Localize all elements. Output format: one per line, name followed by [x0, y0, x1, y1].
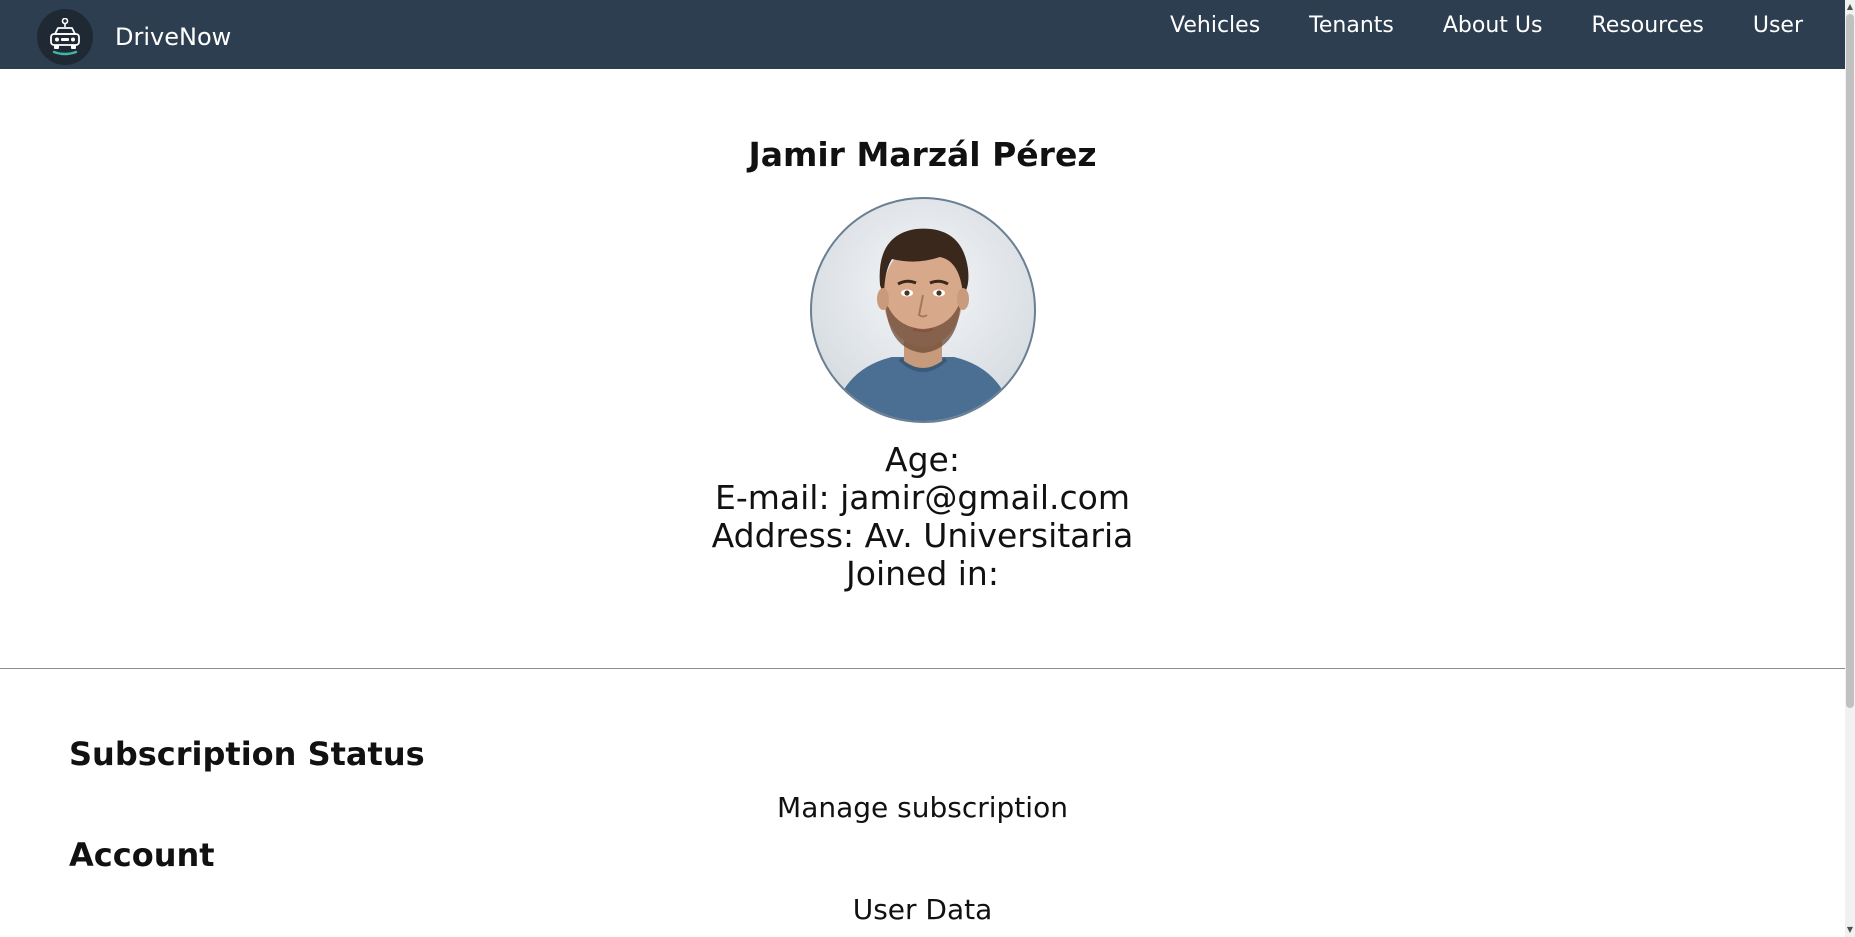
account-heading: Account — [69, 836, 215, 874]
car-robot-icon — [37, 9, 93, 65]
vertical-scrollbar[interactable]: ▲ ▼ — [1845, 0, 1855, 937]
profile-section: Jamir Marzál Pérez Age: E-mail: jamir@gm… — [0, 69, 1845, 593]
section-divider — [0, 668, 1845, 669]
profile-name: Jamir Marzál Pérez — [748, 135, 1097, 174]
page: DriveNow Vehicles Tenants About Us Resou… — [0, 0, 1855, 937]
user-avatar-photo — [809, 197, 1036, 423]
user-data-link[interactable]: User Data — [0, 892, 1845, 928]
profile-age: Age: — [885, 440, 960, 479]
top-navbar: DriveNow Vehicles Tenants About Us Resou… — [0, 0, 1845, 69]
profile-address: Address: Av. Universitaria — [711, 516, 1134, 555]
nav-about-us[interactable]: About Us — [1443, 12, 1543, 40]
manage-subscription-link[interactable]: Manage subscription — [0, 790, 1845, 826]
brand-name: DriveNow — [115, 23, 232, 51]
nav-user[interactable]: User — [1753, 12, 1803, 40]
scroll-up-arrow-icon[interactable]: ▲ — [1845, 1, 1855, 13]
brand-home-link[interactable]: DriveNow — [37, 9, 231, 65]
profile-email: E-mail: jamir@gmail.com — [715, 478, 1130, 517]
profile-details: Age: E-mail: jamir@gmail.com Address: Av… — [0, 441, 1845, 593]
main-nav: Vehicles Tenants About Us Resources User — [1170, 12, 1803, 40]
scroll-down-arrow-icon[interactable]: ▼ — [1845, 924, 1855, 936]
scrollbar-thumb[interactable] — [1846, 14, 1854, 708]
nav-resources[interactable]: Resources — [1591, 12, 1703, 40]
nav-tenants[interactable]: Tenants — [1309, 12, 1394, 40]
nav-vehicles[interactable]: Vehicles — [1170, 12, 1260, 40]
profile-joined: Joined in: — [846, 554, 999, 593]
subscription-status-heading: Subscription Status — [69, 735, 425, 773]
